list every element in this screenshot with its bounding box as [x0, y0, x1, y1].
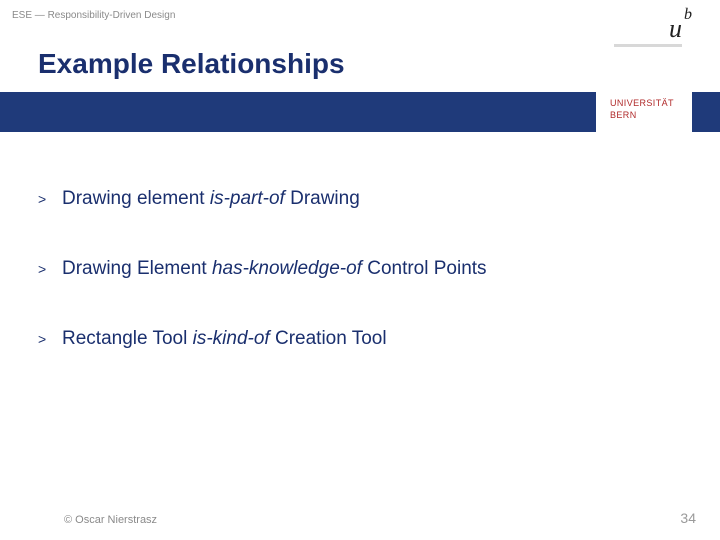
content-area: > Drawing element is-part-of Drawing > D… — [38, 188, 682, 398]
bullet-text: Drawing Element has-knowledge-of Control… — [62, 258, 487, 280]
breadcrumb: ESE — Responsibility-Driven Design — [12, 10, 175, 21]
bullet-text: Rectangle Tool is-kind-of Creation Tool — [62, 328, 387, 350]
university-label: UNIVERSITÄT BERN — [610, 98, 674, 121]
bullet-marker: > — [38, 191, 62, 207]
text-post: Creation Tool — [270, 328, 387, 349]
bullet-marker: > — [38, 331, 62, 347]
logo-letter-b: b — [684, 6, 692, 24]
text-pre: Drawing element — [62, 188, 210, 209]
list-item: > Drawing Element has-knowledge-of Contr… — [38, 258, 682, 280]
bullet-text: Drawing element is-part-of Drawing — [62, 188, 360, 210]
list-item: > Rectangle Tool is-kind-of Creation Too… — [38, 328, 682, 350]
text-pre: Rectangle Tool — [62, 328, 193, 349]
university-name-line2: BERN — [610, 110, 637, 120]
list-item: > Drawing element is-part-of Drawing — [38, 188, 682, 210]
footer-copyright: © Oscar Nierstrasz — [64, 514, 157, 526]
text-post: Drawing — [285, 188, 360, 209]
bullet-marker: > — [38, 261, 62, 277]
text-em: is-part-of — [210, 188, 285, 209]
footer-page-number: 34 — [680, 510, 696, 526]
text-em: has-knowledge-of — [212, 258, 362, 279]
page-title: Example Relationships — [38, 48, 345, 80]
logo-underline — [614, 44, 682, 47]
text-post: Control Points — [362, 258, 487, 279]
slide: ESE — Responsibility-Driven Design Examp… — [0, 0, 720, 540]
university-name-line1: UNIVERSITÄT — [610, 98, 674, 108]
logo-letter-u: u — [669, 14, 682, 44]
text-pre: Drawing Element — [62, 258, 212, 279]
text-em: is-kind-of — [193, 328, 270, 349]
